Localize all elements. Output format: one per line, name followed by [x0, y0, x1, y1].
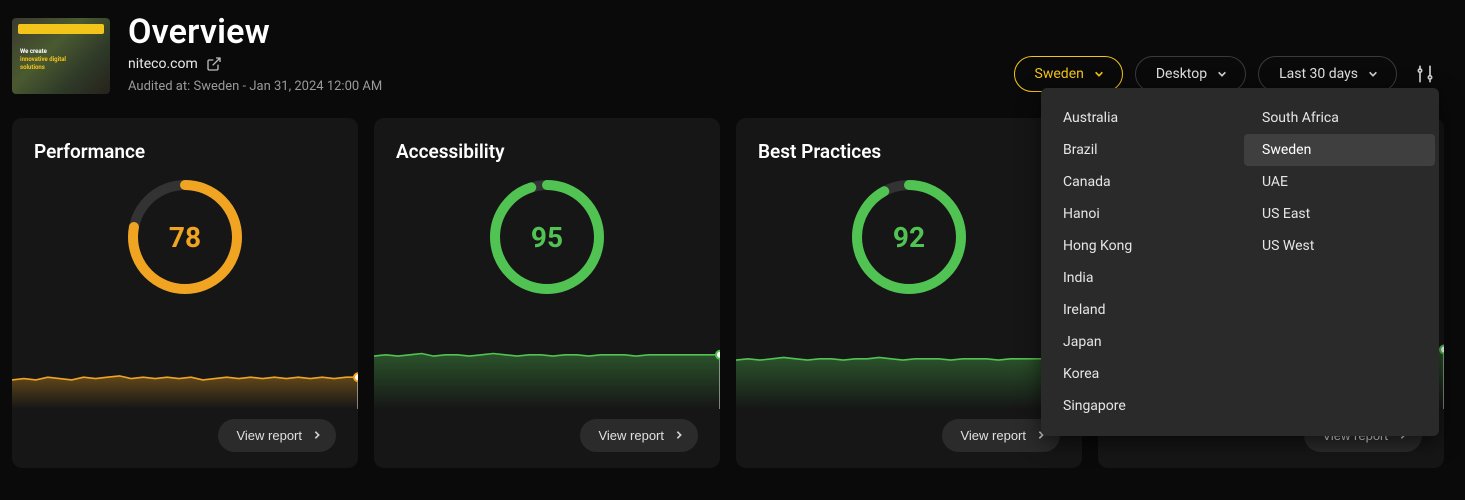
- location-option[interactable]: Australia: [1045, 102, 1236, 134]
- location-option[interactable]: Ireland: [1045, 294, 1236, 326]
- location-dropdown[interactable]: AustraliaBrazilCanadaHanoiHong KongIndia…: [1041, 88, 1439, 436]
- location-option[interactable]: India: [1045, 262, 1236, 294]
- view-report-button[interactable]: View report: [580, 419, 698, 452]
- metric-card-title: Best Practices: [758, 140, 1060, 163]
- device-filter-label: Desktop: [1156, 66, 1207, 82]
- trend-sparkline: [396, 305, 698, 409]
- location-option[interactable]: US East: [1244, 198, 1435, 230]
- chevron-down-icon: [1368, 69, 1378, 79]
- location-option[interactable]: UAE: [1244, 166, 1435, 198]
- view-report-button[interactable]: View report: [218, 419, 336, 452]
- location-option[interactable]: Brazil: [1045, 134, 1236, 166]
- location-filter-label: Sweden: [1035, 66, 1084, 82]
- thumb-text-2: innovative digital: [20, 56, 80, 64]
- score-value: 92: [849, 177, 969, 297]
- device-filter[interactable]: Desktop: [1135, 56, 1246, 92]
- chevron-right-icon: [674, 428, 684, 443]
- score-value: 95: [487, 177, 607, 297]
- page-title: Overview: [128, 12, 1453, 52]
- view-report-label: View report: [960, 428, 1026, 443]
- location-option[interactable]: Japan: [1045, 326, 1236, 358]
- score-value: 78: [125, 177, 245, 297]
- trend-sparkline: [34, 305, 336, 409]
- metric-card-title: Performance: [34, 140, 336, 163]
- metric-card-accessibility: Accessibility 95: [374, 118, 720, 468]
- score-gauge: 92: [849, 177, 969, 297]
- location-option[interactable]: Hanoi: [1045, 198, 1236, 230]
- score-gauge: 78: [125, 177, 245, 297]
- view-report-label: View report: [598, 428, 664, 443]
- view-report-label: View report: [236, 428, 302, 443]
- metric-card-performance: Performance 78: [12, 118, 358, 468]
- location-option[interactable]: South Africa: [1244, 102, 1435, 134]
- chevron-down-icon: [1094, 69, 1104, 79]
- date-range-filter-label: Last 30 days: [1279, 66, 1358, 82]
- thumb-text-3: solutions: [20, 64, 80, 72]
- location-option[interactable]: Canada: [1045, 166, 1236, 198]
- thumb-text-1: We create: [20, 48, 47, 55]
- external-link-icon[interactable]: [206, 56, 222, 72]
- trend-sparkline: [758, 305, 1060, 409]
- chevron-down-icon: [1217, 69, 1227, 79]
- site-thumbnail: We create innovative digital solutions: [12, 18, 110, 94]
- location-option[interactable]: Korea: [1045, 358, 1236, 390]
- score-gauge: 95: [487, 177, 607, 297]
- location-option[interactable]: Sweden: [1244, 134, 1435, 166]
- location-option[interactable]: Singapore: [1045, 390, 1236, 422]
- chevron-right-icon: [312, 428, 322, 443]
- location-option[interactable]: Hong Kong: [1045, 230, 1236, 262]
- metric-card-title: Accessibility: [396, 140, 698, 163]
- location-option[interactable]: US West: [1244, 230, 1435, 262]
- settings-icon[interactable]: [1409, 58, 1441, 90]
- location-filter[interactable]: Sweden: [1014, 56, 1123, 92]
- metric-card-best-practices: Best Practices 92: [736, 118, 1082, 468]
- date-range-filter[interactable]: Last 30 days: [1258, 56, 1397, 92]
- site-domain-link[interactable]: niteco.com: [128, 56, 198, 73]
